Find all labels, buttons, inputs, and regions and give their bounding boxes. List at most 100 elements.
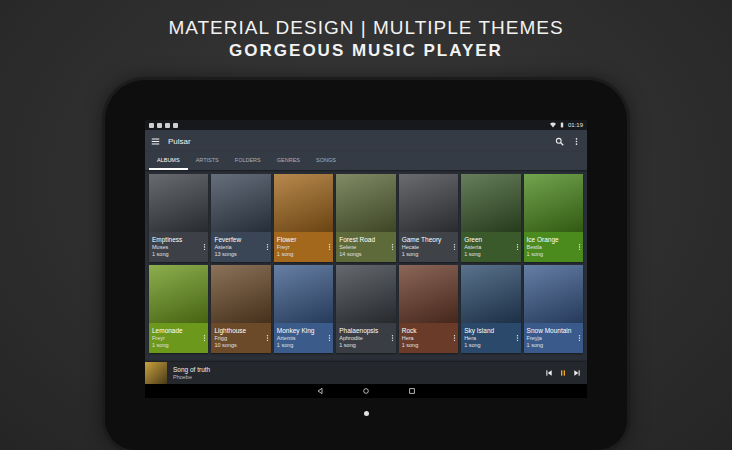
album-card[interactable]: Lemonade Freyr 1 song bbox=[149, 265, 208, 353]
battery-icon bbox=[559, 122, 565, 128]
pause-icon[interactable] bbox=[559, 369, 567, 377]
now-playing-bar[interactable]: Song of truth Phoebe bbox=[145, 362, 587, 384]
tab[interactable]: ARTISTS bbox=[188, 152, 227, 170]
album-artist: Frigg bbox=[214, 335, 265, 342]
album-more-icon[interactable] bbox=[328, 334, 331, 342]
album-more-icon[interactable] bbox=[516, 243, 519, 251]
status-bar: 01:19 bbox=[145, 120, 587, 130]
album-artist: Freyr bbox=[152, 335, 203, 342]
album-title: Game Theory bbox=[402, 236, 453, 244]
album-label: Flower Freyr 1 song bbox=[274, 232, 333, 262]
album-artist: Muses bbox=[152, 244, 203, 251]
album-card[interactable]: Emptiness Muses 1 song bbox=[149, 174, 208, 262]
album-song-count: 14 songs bbox=[339, 251, 390, 258]
page: MATERIAL DESIGN | MULTIPLE THEMES GORGEO… bbox=[0, 0, 732, 450]
tab[interactable]: GENRES bbox=[269, 152, 308, 170]
now-playing-art bbox=[145, 362, 167, 384]
album-card[interactable]: Feverfew Asteria 13 songs bbox=[211, 174, 270, 262]
album-label: Green Asteria 1 song bbox=[461, 232, 520, 262]
album-more-icon[interactable] bbox=[453, 334, 456, 342]
album-more-icon[interactable] bbox=[203, 243, 206, 251]
album-label: Snow Mountain Freyja 1 song bbox=[524, 323, 583, 353]
album-artist: Aphrodite bbox=[339, 335, 390, 342]
album-more-icon[interactable] bbox=[578, 243, 581, 251]
tab-bar: ALBUMSARTISTSFOLDERSGENRESSONGS bbox=[145, 152, 587, 170]
album-more-icon[interactable] bbox=[578, 334, 581, 342]
album-title: Snow Mountain bbox=[527, 327, 578, 335]
menu-icon[interactable] bbox=[151, 137, 160, 146]
album-title: Feverfew bbox=[214, 236, 265, 244]
clock: 01:19 bbox=[568, 121, 583, 129]
album-title: Lighthouse bbox=[214, 327, 265, 335]
album-more-icon[interactable] bbox=[266, 243, 269, 251]
album-more-icon[interactable] bbox=[203, 334, 206, 342]
album-more-icon[interactable] bbox=[391, 243, 394, 251]
album-art bbox=[211, 265, 270, 323]
album-card[interactable]: Game Theory Hecate 1 song bbox=[399, 174, 458, 262]
album-art bbox=[149, 174, 208, 232]
system-icons: 01:19 bbox=[550, 121, 583, 129]
tablet-screen: 01:19 Pulsar ALBUMSARTISTSFOLDERSGENRESS… bbox=[145, 120, 587, 398]
album-card[interactable]: Green Asteria 1 song bbox=[461, 174, 520, 262]
tab[interactable]: ALBUMS bbox=[149, 152, 188, 170]
album-label: Monkey King Artemis 1 song bbox=[274, 323, 333, 353]
previous-icon[interactable] bbox=[545, 369, 553, 377]
album-artist: Freyja bbox=[527, 335, 578, 342]
album-song-count: 1 song bbox=[402, 342, 453, 349]
notification-icons bbox=[149, 123, 178, 128]
album-card[interactable]: Monkey King Artemis 1 song bbox=[274, 265, 333, 353]
album-grid: Emptiness Muses 1 song Feverfew Asteria … bbox=[145, 170, 587, 362]
notification-icon bbox=[173, 123, 178, 128]
album-card[interactable]: Snow Mountain Freyja 1 song bbox=[524, 265, 583, 353]
album-song-count: 1 song bbox=[152, 342, 203, 349]
album-card[interactable]: Rock Hera 1 song bbox=[399, 265, 458, 353]
album-label: Forest Road Selene 14 songs bbox=[336, 232, 395, 262]
album-art bbox=[336, 174, 395, 232]
promo-title: MATERIAL DESIGN | MULTIPLE THEMES bbox=[168, 16, 563, 40]
album-label: Ice Orange Bestla 1 song bbox=[524, 232, 583, 262]
album-song-count: 1 song bbox=[339, 342, 390, 349]
album-art bbox=[461, 174, 520, 232]
album-more-icon[interactable] bbox=[328, 243, 331, 251]
album-title: Sky Island bbox=[464, 327, 515, 335]
album-title: Emptiness bbox=[152, 236, 203, 244]
album-label: Rock Hera 1 song bbox=[399, 323, 458, 353]
album-card[interactable]: Phalaenopsis Aphrodite 1 song bbox=[336, 265, 395, 353]
recents-icon[interactable] bbox=[408, 387, 416, 395]
tab[interactable]: FOLDERS bbox=[227, 152, 269, 170]
album-art bbox=[274, 174, 333, 232]
album-label: Lemonade Freyr 1 song bbox=[149, 323, 208, 353]
album-title: Ice Orange bbox=[527, 236, 578, 244]
home-icon[interactable] bbox=[362, 387, 370, 395]
album-title: Monkey King bbox=[277, 327, 328, 335]
album-card[interactable]: Ice Orange Bestla 1 song bbox=[524, 174, 583, 262]
album-label: Emptiness Muses 1 song bbox=[149, 232, 208, 262]
album-title: Lemonade bbox=[152, 327, 203, 335]
album-song-count: 1 song bbox=[464, 342, 515, 349]
album-song-count: 1 song bbox=[527, 342, 578, 349]
album-title: Green bbox=[464, 236, 515, 244]
album-more-icon[interactable] bbox=[391, 334, 394, 342]
album-card[interactable]: Lighthouse Frigg 10 songs bbox=[211, 265, 270, 353]
album-card[interactable]: Flower Freyr 1 song bbox=[274, 174, 333, 262]
tablet-frame: 01:19 Pulsar ALBUMSARTISTSFOLDERSGENRESS… bbox=[105, 80, 627, 450]
album-more-icon[interactable] bbox=[266, 334, 269, 342]
album-card[interactable]: Forest Road Selene 14 songs bbox=[336, 174, 395, 262]
album-more-icon[interactable] bbox=[453, 243, 456, 251]
now-playing-title: Song of truth bbox=[173, 366, 210, 374]
page-indicator-dot bbox=[364, 411, 369, 416]
app-bar: Pulsar bbox=[145, 130, 587, 152]
album-card[interactable]: Sky Island Hera 1 song bbox=[461, 265, 520, 353]
album-artist: Asteria bbox=[464, 244, 515, 251]
album-more-icon[interactable] bbox=[516, 334, 519, 342]
album-art bbox=[524, 265, 583, 323]
more-icon[interactable] bbox=[572, 137, 581, 146]
next-icon[interactable] bbox=[573, 369, 581, 377]
tab[interactable]: SONGS bbox=[308, 152, 344, 170]
album-artist: Asteria bbox=[214, 244, 265, 251]
back-icon[interactable] bbox=[316, 387, 324, 395]
album-song-count: 1 song bbox=[527, 251, 578, 258]
album-art bbox=[336, 265, 395, 323]
search-icon[interactable] bbox=[555, 137, 564, 146]
album-artist: Hera bbox=[402, 335, 453, 342]
